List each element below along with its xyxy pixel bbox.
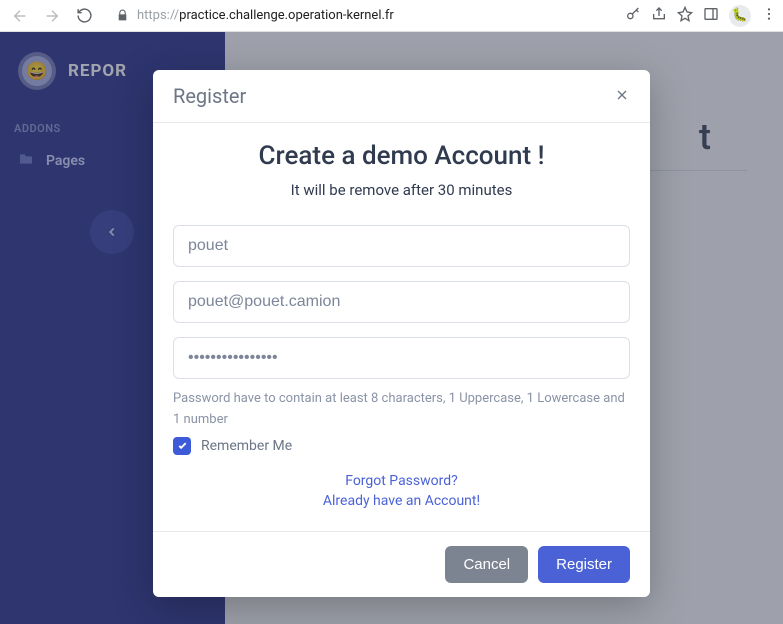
- url-host: practice.challenge.operation-kernel.fr: [179, 8, 394, 23]
- star-icon[interactable]: [677, 6, 693, 26]
- password-field[interactable]: [173, 337, 630, 379]
- check-icon: [177, 440, 188, 451]
- arrow-right-icon: [43, 7, 61, 25]
- share-icon[interactable]: [651, 6, 667, 26]
- forward-button[interactable]: [38, 2, 66, 30]
- address-bar[interactable]: https://practice.challenge.operation-ker…: [108, 3, 615, 29]
- extension-avatar[interactable]: 🐛: [729, 5, 751, 27]
- modal-links: Forgot Password? Already have an Account…: [173, 473, 630, 509]
- remember-label: Remember Me: [201, 438, 292, 454]
- url-protocol: https://: [137, 8, 179, 23]
- lock-icon: [116, 9, 129, 22]
- modal-header: Register: [153, 70, 650, 123]
- register-modal: Register Create a demo Account ! It will…: [153, 70, 650, 597]
- arrow-left-icon: [11, 7, 29, 25]
- remember-row: Remember Me: [173, 437, 630, 455]
- reload-button[interactable]: [70, 2, 98, 30]
- extension-panel-icon[interactable]: [703, 6, 719, 26]
- register-button[interactable]: Register: [538, 546, 630, 583]
- password-hint: Password have to contain at least 8 char…: [173, 389, 630, 431]
- modal-body: Create a demo Account ! It will be remov…: [153, 123, 650, 531]
- modal-heading: Create a demo Account !: [173, 141, 630, 171]
- browser-toolbar: https://practice.challenge.operation-ker…: [0, 0, 783, 32]
- modal-footer: Cancel Register: [153, 531, 650, 597]
- already-account-link[interactable]: Already have an Account!: [173, 493, 630, 509]
- reload-icon: [76, 7, 93, 24]
- email-field[interactable]: [173, 281, 630, 323]
- modal-title: Register: [173, 84, 246, 108]
- browser-right-icons: 🐛: [625, 5, 777, 27]
- close-icon: [614, 87, 630, 103]
- key-icon[interactable]: [625, 6, 641, 26]
- forgot-password-link[interactable]: Forgot Password?: [173, 473, 630, 489]
- modal-close-button[interactable]: [614, 86, 630, 106]
- remember-checkbox[interactable]: [173, 437, 191, 455]
- username-field[interactable]: [173, 225, 630, 267]
- kebab-menu-icon[interactable]: [761, 6, 777, 26]
- cancel-button[interactable]: Cancel: [445, 546, 528, 583]
- modal-subheading: It will be remove after 30 minutes: [173, 181, 630, 199]
- back-button[interactable]: [6, 2, 34, 30]
